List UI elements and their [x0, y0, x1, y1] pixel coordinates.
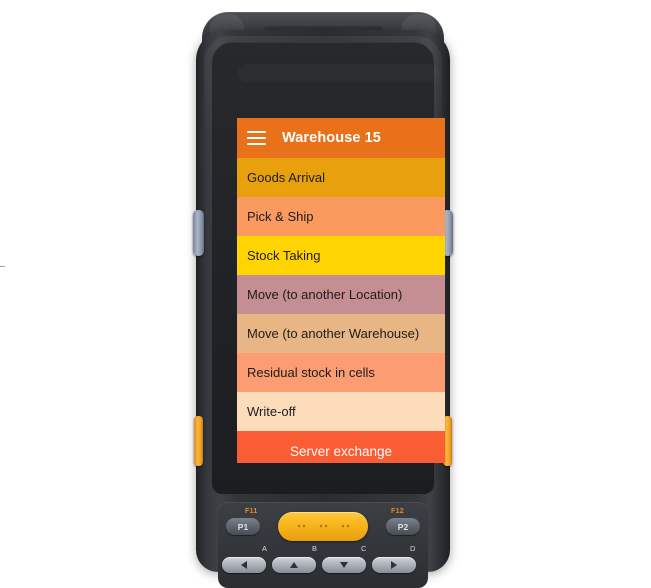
p1-key[interactable]: P1	[226, 518, 260, 535]
menu-item-label: Write-off	[247, 404, 296, 419]
screenshot-stage: Warehouse 15 Goods Arrival Pick & Ship S…	[0, 0, 651, 588]
hamburger-icon[interactable]	[247, 131, 266, 145]
menu-item-label: Move (to another Location)	[247, 287, 403, 302]
menu-item-label: Residual stock in cells	[247, 365, 375, 380]
faceplate-lip	[238, 64, 440, 82]
menu-item-goods-arrival[interactable]: Goods Arrival	[237, 158, 445, 197]
menu-item-label: Pick & Ship	[247, 209, 314, 224]
menu-item-write-off[interactable]: Write-off	[237, 392, 445, 431]
menu-item-label: Goods Arrival	[247, 170, 326, 185]
arrow-up-key[interactable]	[272, 557, 316, 573]
scan-glyph-icon	[318, 523, 328, 530]
chevron-right-icon	[391, 561, 397, 569]
key-label-c: C	[361, 544, 367, 553]
menu-item-label: Stock Taking	[247, 248, 321, 263]
menu-item-label: Move (to another Warehouse)	[247, 326, 420, 341]
key-label-f11: F11	[245, 508, 258, 515]
arrow-left-key[interactable]	[222, 557, 266, 573]
key-label-f12: F12	[391, 508, 404, 515]
device-body: Warehouse 15 Goods Arrival Pick & Ship S…	[193, 30, 453, 588]
page-title: Warehouse 15	[282, 130, 381, 146]
edge-tick-mark	[0, 266, 5, 267]
server-exchange-label: Server exchange	[289, 444, 393, 459]
function-button-left[interactable]	[194, 416, 203, 466]
handheld-terminal-device: Warehouse 15 Goods Arrival Pick & Ship S…	[193, 12, 453, 588]
scan-button-left[interactable]	[193, 210, 204, 256]
chevron-left-icon	[241, 561, 247, 569]
scan-glyph-icon	[340, 523, 350, 530]
scan-key[interactable]	[278, 512, 368, 541]
menu-item-move-to-another-warehouse[interactable]: Move (to another Warehouse)	[237, 314, 445, 353]
menu-item-move-to-another-location[interactable]: Move (to another Location)	[237, 275, 445, 314]
key-label-d: D	[410, 544, 416, 553]
scan-glyph-icon	[296, 523, 306, 530]
arrow-right-key[interactable]	[372, 557, 416, 573]
menu-item-pick-and-ship[interactable]: Pick & Ship	[237, 197, 445, 236]
arrow-down-key[interactable]	[322, 557, 366, 573]
chevron-up-icon	[290, 562, 298, 568]
p2-key[interactable]: P2	[386, 518, 420, 535]
device-keypad: F11 F12 P1 P2 A B C D	[218, 502, 428, 588]
device-screen: Warehouse 15 Goods Arrival Pick & Ship S…	[237, 118, 445, 463]
menu-item-stock-taking[interactable]: Stock Taking	[237, 236, 445, 275]
key-label-a: A	[262, 544, 268, 553]
menu-item-residual-stock-in-cells[interactable]: Residual stock in cells	[237, 353, 445, 392]
server-exchange-button[interactable]: Server exchange	[237, 431, 445, 463]
chevron-down-icon	[340, 562, 348, 568]
key-label-b: B	[312, 544, 318, 553]
app-bar: Warehouse 15	[237, 118, 445, 158]
